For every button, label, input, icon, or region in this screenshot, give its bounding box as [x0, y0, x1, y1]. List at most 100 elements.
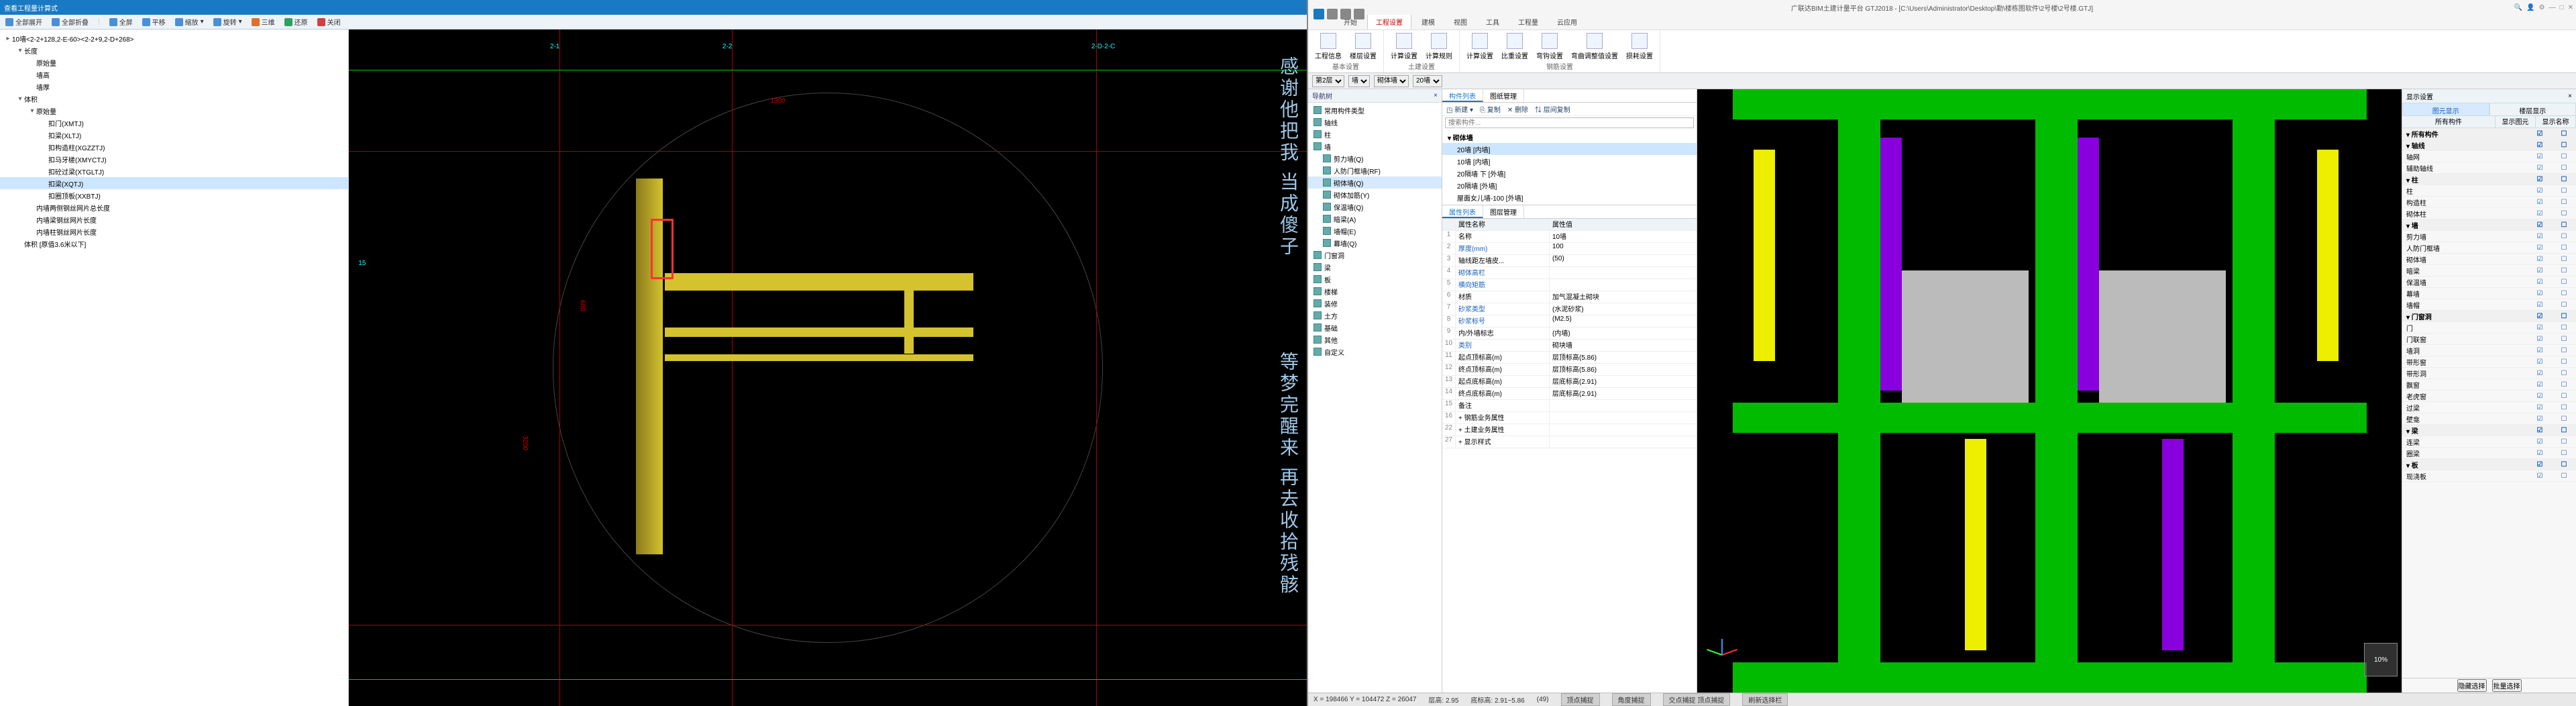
property-row[interactable]: 3轴线距左墙皮...(50)	[1442, 255, 1697, 267]
app-logo-icon[interactable]	[1313, 9, 1324, 19]
ribbon-button[interactable]: 工程信息	[1315, 33, 1342, 60]
ribbon-button[interactable]: 损耗设置	[1626, 33, 1653, 60]
display-row[interactable]: 辅助轴线☑☐	[2402, 162, 2576, 174]
display-row[interactable]: 幕墙☑☐	[2402, 288, 2576, 299]
tree-row[interactable]: 内墙两侧钢丝网片总长度	[0, 201, 348, 213]
nav-item[interactable]: 装修	[1308, 297, 1442, 309]
nav-item[interactable]: 保温墙(Q)	[1308, 201, 1442, 213]
display-row[interactable]: 构造柱☑☐	[2402, 197, 2576, 208]
display-row[interactable]: 带形窗☑☐	[2402, 356, 2576, 368]
ribbon-button[interactable]: 计算设置	[1391, 33, 1417, 60]
display-row[interactable]: 门☑☐	[2402, 322, 2576, 334]
tab-element-display[interactable]: 图元显示	[2402, 103, 2489, 116]
left-3d-viewport[interactable]: 2-1 2-2 2-D·2-C 15 1300 600 3200 感谢他把我 当…	[349, 30, 1307, 706]
user-icon[interactable]: 👤	[2526, 4, 2534, 11]
delete-button[interactable]: ✕ 删除	[1507, 104, 1528, 114]
property-row[interactable]: 9内/外墙标志(内墙)	[1442, 327, 1697, 340]
nav-item[interactable]: 梁	[1308, 261, 1442, 273]
display-row[interactable]: ▾ 柱☑☐	[2402, 174, 2576, 185]
nav-item[interactable]: 轴线	[1308, 116, 1442, 128]
component-select[interactable]: 20墙	[1413, 75, 1442, 87]
display-row[interactable]: 连梁☑☐	[2402, 436, 2576, 448]
ribbon-tab[interactable]: 工程量	[1509, 14, 1547, 30]
tree-row[interactable]: 原始量	[0, 56, 348, 68]
property-row[interactable]: 27+ 显示样式	[1442, 436, 1697, 448]
tree-row[interactable]: ▸10墙<2-2+128,2-E-60><2-2+9,2-D+268>	[0, 32, 348, 44]
ribbon-button[interactable]: 弯钩设置	[1536, 33, 1563, 60]
nav-item[interactable]: 剪力墙(Q)	[1308, 152, 1442, 164]
display-row[interactable]: 砌体墙☑☐	[2402, 254, 2576, 265]
display-row[interactable]: 墙洞☑☐	[2402, 345, 2576, 356]
display-row[interactable]: 带形洞☑☐	[2402, 368, 2576, 379]
view-fullscreen[interactable]: 全屏	[109, 17, 133, 27]
tree-row[interactable]: 扣门(XMTJ)	[0, 117, 348, 129]
tree-row[interactable]: 体积 [原值3.6米以下]	[0, 238, 348, 250]
nav-item[interactable]: 常用构件类型	[1308, 104, 1442, 116]
nav-item[interactable]: 自定义	[1308, 346, 1442, 358]
display-row[interactable]: 老虎窗☑☐	[2402, 391, 2576, 402]
tree-row[interactable]: ▾体积	[0, 93, 348, 105]
ribbon-button[interactable]: 计算规则	[1426, 33, 1452, 60]
component-item[interactable]: 10墙 [内墙]	[1442, 155, 1697, 167]
display-row[interactable]: 门联窗☑☐	[2402, 334, 2576, 345]
display-row[interactable]: 柱☑☐	[2402, 185, 2576, 197]
ribbon-tab[interactable]: 建模	[1413, 14, 1444, 30]
tree-row[interactable]: 扣构造柱(XGZZTJ)	[0, 141, 348, 153]
close-icon[interactable]: ✕	[2568, 4, 2573, 11]
nav-item[interactable]: 板	[1308, 273, 1442, 285]
property-row[interactable]: 5横向矩筋	[1442, 279, 1697, 291]
tab-props[interactable]: 属性列表	[1442, 205, 1483, 218]
display-row[interactable]: 保温墙☑☐	[2402, 276, 2576, 288]
ribbon-button[interactable]: 比重设置	[1501, 33, 1528, 60]
display-row[interactable]: ▾ 梁☑☐	[2402, 425, 2576, 436]
property-row[interactable]: 1名称10墙	[1442, 231, 1697, 243]
ribbon-button[interactable]: 楼层设置	[1350, 33, 1377, 60]
display-row[interactable]: 飘窗☑☐	[2402, 379, 2576, 391]
batch-select-button[interactable]: 批量选择	[2492, 679, 2522, 692]
snap-toggle[interactable]: 交点捕捉 顶点捕捉	[1663, 693, 1731, 706]
ribbon-tab[interactable]: 视图	[1445, 14, 1476, 30]
view-rotate[interactable]: 旋转 ▾	[213, 17, 242, 27]
maximize-icon[interactable]: □	[2560, 4, 2564, 11]
property-row[interactable]: 15备注	[1442, 400, 1697, 412]
nav-item[interactable]: 人防门框墙(RF)	[1308, 164, 1442, 176]
display-row[interactable]: 剪力墙☑☐	[2402, 231, 2576, 242]
property-row[interactable]: 22+ 土建业务属性	[1442, 424, 1697, 436]
tree-row[interactable]: 内墙梁钢丝网片长度	[0, 213, 348, 225]
display-row[interactable]: 现浇板☑☐	[2402, 470, 2576, 482]
component-item[interactable]: 20隔墙 [外墙]	[1442, 179, 1697, 191]
copy-button[interactable]: ⎘ 复制	[1480, 104, 1501, 114]
settings-icon[interactable]: ⚙	[2539, 4, 2545, 11]
component-item[interactable]: 20墙 [内墙]	[1442, 143, 1697, 155]
axis-gizmo-icon[interactable]	[1705, 638, 1739, 671]
quantity-tree[interactable]: ▸10墙<2-2+128,2-E-60><2-2+9,2-D+268>▾长度原始…	[0, 30, 349, 706]
tab-floor-display[interactable]: 楼层显示	[2489, 103, 2576, 116]
expand-all-button[interactable]: 全部展开	[5, 17, 42, 27]
property-row[interactable]: 13起点底标高(m)层底标高(2.91)	[1442, 376, 1697, 388]
component-item[interactable]: 屋面女儿墙-100 [外墙]	[1442, 191, 1697, 203]
display-row[interactable]: 过梁☑☐	[2402, 402, 2576, 413]
nav-item[interactable]: 土方	[1308, 309, 1442, 321]
hide-selection-button[interactable]: 隐藏选择	[2457, 679, 2487, 692]
property-row[interactable]: 11起点顶标高(m)层顶标高(5.86)	[1442, 352, 1697, 364]
ribbon-button[interactable]: 计算设置	[1466, 33, 1493, 60]
display-row[interactable]: 砌体柱☑☐	[2402, 208, 2576, 219]
zoom-indicator[interactable]: 10%	[2364, 643, 2398, 676]
view-zoom[interactable]: 缩放 ▾	[175, 17, 204, 27]
nav-item[interactable]: 门窗洞	[1308, 249, 1442, 261]
nav-item[interactable]: 砌体墙(Q)	[1308, 176, 1442, 189]
new-button[interactable]: ◳ 新建 ▾	[1446, 104, 1473, 114]
tree-row[interactable]: 内墙柱钢丝网片长度	[0, 225, 348, 238]
panel-close-icon[interactable]: ×	[1434, 92, 1438, 99]
tree-row[interactable]: 墙厚	[0, 81, 348, 93]
property-row[interactable]: 6材质加气混凝土砌块	[1442, 291, 1697, 303]
nav-item[interactable]: 暗梁(A)	[1308, 213, 1442, 225]
nav-item[interactable]: 墙帽(E)	[1308, 225, 1442, 237]
property-row[interactable]: 7砂浆类型(水泥砂浆)	[1442, 303, 1697, 315]
tree-row[interactable]: 扣梁(XLTJ)	[0, 129, 348, 141]
nav-item[interactable]: 幕墙(Q)	[1308, 237, 1442, 249]
view-pan[interactable]: 平移	[142, 17, 166, 27]
nav-item[interactable]: 柱	[1308, 128, 1442, 140]
component-search-input[interactable]	[1445, 117, 1694, 128]
display-row[interactable]: 墙帽☑☐	[2402, 299, 2576, 311]
